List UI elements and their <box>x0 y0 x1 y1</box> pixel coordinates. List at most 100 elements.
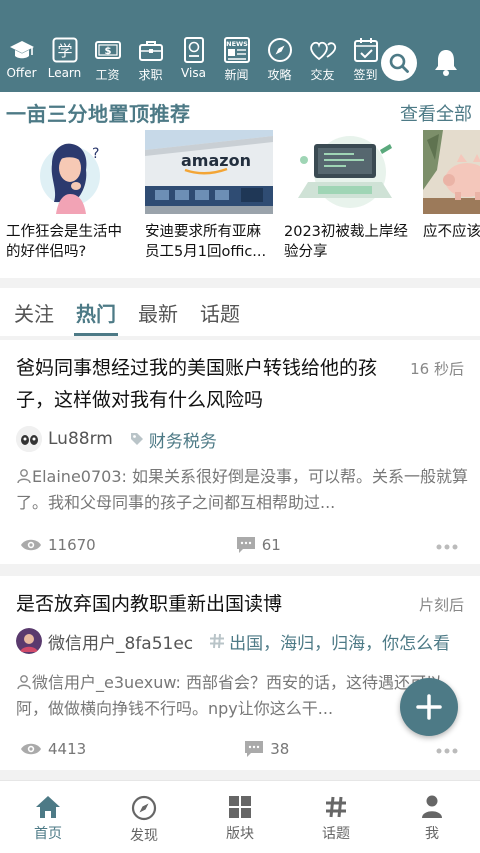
tab-latest[interactable]: 最新 <box>138 298 178 327</box>
feed-post[interactable]: 是否放弃国内教职重新出国读博 片刻后 微信用户_8fa51ec 出国，海归，归海… <box>0 576 480 770</box>
briefcase-icon <box>138 41 163 61</box>
learn-glyph: 学 <box>57 42 72 60</box>
card-caption: 应不应该下，去存 <box>423 224 480 240</box>
comments-count: 38 <box>270 740 290 758</box>
post-author[interactable]: Lu88rm <box>48 429 113 449</box>
bottom-nav-discover[interactable]: 发现 <box>96 781 192 853</box>
newspaper-icon: NEWS <box>223 37 250 63</box>
nav-offer[interactable]: Offer <box>0 36 43 86</box>
views-stat: 11670 <box>20 536 96 554</box>
eye-icon <box>21 539 41 551</box>
featured-card[interactable]: 2023初被裁上岸经验分享 <box>284 130 414 264</box>
bottom-nav-discover-label: 发现 <box>130 828 158 844</box>
comments-count: 61 <box>261 536 281 554</box>
comments-stat[interactable]: 61 <box>236 536 281 554</box>
feed-tabs: 关注 热门 最新 话题 <box>0 288 480 336</box>
post-tag-label: 财务税务 <box>148 431 217 452</box>
nav-salary[interactable]: $ 工资 <box>86 36 129 86</box>
reply-text: 微信用户_e3uexuw: 西部省会？西安的话，这待遇还可以阿，做做横向挣钱不行… <box>16 673 443 718</box>
nav-visa[interactable]: Visa <box>172 36 215 86</box>
nav-social-label: 交友 <box>310 68 335 82</box>
post-reply-preview: Elaine0703: 如果关系很好倒是没事，可以帮。关系一般就算了。我和父母同… <box>16 464 470 516</box>
view-all-link[interactable]: 查看全部 <box>400 100 472 126</box>
post-tag-label: 出国，海归，归海，你怎么看 <box>229 633 451 654</box>
bottom-nav-me[interactable]: 我 <box>384 781 480 853</box>
featured-card[interactable]: amazon 安迪要求所有亚麻员工5月1回offic... <box>145 130 275 264</box>
svg-text:$: $ <box>104 46 111 57</box>
bottom-nav-topics-label: 话题 <box>322 826 350 842</box>
amazon-sign: amazon <box>181 151 251 170</box>
featured-card[interactable]: 应不应该下，去存 <box>423 130 480 264</box>
reply-text: Elaine0703: 如果关系很好倒是没事，可以帮。关系一般就算了。我和父母同… <box>16 467 468 512</box>
bottom-nav-me-label: 我 <box>425 826 439 842</box>
person-icon <box>422 795 442 818</box>
views-stat: 4413 <box>20 740 86 758</box>
post-stats: 11670 61 <box>20 536 458 554</box>
tab-topics[interactable]: 话题 <box>200 298 240 327</box>
featured-cards: ? 工作狂会是生活中的好伴侣吗? amazon 安迪要求所有亚麻员工5月1回of… <box>6 130 480 264</box>
notifications-button[interactable] <box>430 45 462 79</box>
calendar-check-icon <box>353 38 378 62</box>
tab-hot[interactable]: 热门 <box>74 298 118 336</box>
compass-icon <box>131 795 157 821</box>
more-icon[interactable] <box>436 536 458 554</box>
nav-jobs[interactable]: 求职 <box>129 36 172 86</box>
category-nav: Offer 学 Learn $ 工资 求职 Visa NEWS 新闻 攻略 交友 <box>0 36 387 86</box>
comment-icon <box>245 741 264 757</box>
plus-icon <box>416 694 442 720</box>
comments-stat[interactable]: 38 <box>244 740 289 758</box>
nav-guide-label: 攻略 <box>267 68 292 82</box>
views-count: 4413 <box>48 740 87 758</box>
nav-news-label: 新闻 <box>224 68 249 82</box>
hearts-icon <box>309 41 336 61</box>
nav-learn[interactable]: 学 Learn <box>43 36 86 86</box>
new-post-button[interactable] <box>400 678 458 736</box>
avatar[interactable] <box>16 426 42 452</box>
post-meta: Lu88rm 财务税务 <box>16 426 217 452</box>
bottom-nav-boards-label: 版块 <box>226 826 254 842</box>
bottom-nav: 首页 发现 版块 话题 我 <box>0 780 480 853</box>
featured-section: 一亩三分地置顶推荐 查看全部 ? 工作狂会是生活中的好伴侣吗? amazon 安… <box>0 92 480 278</box>
nav-salary-label: 工资 <box>95 68 120 82</box>
post-time: 片刻后 <box>418 596 464 614</box>
avatar[interactable] <box>16 628 42 654</box>
hashtag-icon <box>326 796 346 818</box>
post-meta: 微信用户_8fa51ec 出国，海归，归海，你怎么看 <box>16 628 450 654</box>
bottom-nav-boards[interactable]: 版块 <box>192 781 288 853</box>
cash-icon: $ <box>94 41 121 59</box>
post-author[interactable]: 微信用户_8fa51ec <box>48 629 193 654</box>
search-button[interactable] <box>381 45 417 81</box>
graduation-cap-icon <box>9 41 34 59</box>
search-icon <box>389 53 409 73</box>
tab-following[interactable]: 关注 <box>14 298 54 327</box>
news-glyph: NEWS <box>226 40 248 48</box>
post-tag[interactable]: 财务税务 <box>129 427 217 452</box>
nav-news[interactable]: NEWS 新闻 <box>215 36 258 86</box>
learn-icon: 学 <box>52 37 77 63</box>
bottom-nav-topics[interactable]: 话题 <box>288 781 384 853</box>
post-stats: 4413 38 <box>20 740 458 758</box>
feed-post[interactable]: 爸妈同事想经过我的美国账户转钱给他的孩子，这样做对我有什么风险吗 16 秒后 L… <box>0 340 480 564</box>
card-caption: 工作狂会是生活中的好伴侣吗? <box>6 224 122 260</box>
user-icon <box>17 675 31 690</box>
nav-social[interactable]: 交友 <box>301 36 344 86</box>
nav-guide[interactable]: 攻略 <box>258 36 301 86</box>
featured-title: 一亩三分地置顶推荐 <box>6 102 191 126</box>
home-icon <box>36 796 60 818</box>
card-thumbnail-laptop-illustration <box>284 130 412 214</box>
bottom-nav-home[interactable]: 首页 <box>0 781 96 853</box>
tag-icon <box>130 433 143 445</box>
top-header: Offer 学 Learn $ 工资 求职 Visa NEWS 新闻 攻略 交友 <box>0 0 480 92</box>
post-tag[interactable]: 出国，海归，归海，你怎么看 <box>209 629 450 654</box>
post-time: 16 秒后 <box>410 360 464 378</box>
comment-icon <box>236 537 255 553</box>
nav-checkin-label: 签到 <box>353 68 378 82</box>
svg-text:?: ? <box>92 146 99 162</box>
more-icon[interactable] <box>436 740 458 758</box>
passport-icon <box>183 37 204 63</box>
bell-icon <box>435 50 457 76</box>
post-title[interactable]: 是否放弃国内教职重新出国读博 <box>16 588 408 620</box>
nav-jobs-label: 求职 <box>138 68 163 82</box>
featured-card[interactable]: ? 工作狂会是生活中的好伴侣吗? <box>6 130 136 264</box>
post-title[interactable]: 爸妈同事想经过我的美国账户转钱给他的孩子，这样做对我有什么风险吗 <box>16 352 408 416</box>
